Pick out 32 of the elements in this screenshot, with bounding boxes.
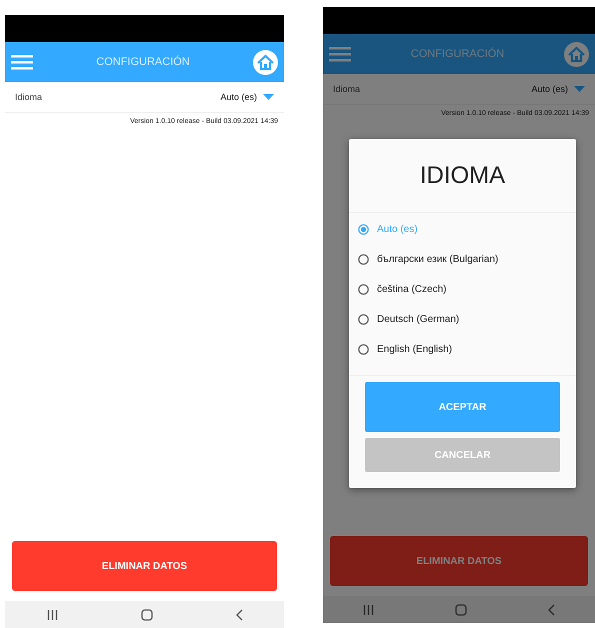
screen-title: CONFIGURACIÓN xyxy=(410,48,504,60)
language-option[interactable]: čeština (Czech) xyxy=(349,274,576,304)
dialog-title: IDIOMA xyxy=(349,139,576,213)
screen-title: CONFIGURACIÓN xyxy=(96,56,190,68)
radio-button[interactable] xyxy=(358,254,369,264)
recent-apps-icon[interactable] xyxy=(46,610,58,620)
radio-button[interactable] xyxy=(358,284,369,294)
back-icon[interactable] xyxy=(236,608,242,620)
setting-label: Idioma xyxy=(15,92,42,102)
radio-button[interactable] xyxy=(358,344,369,354)
back-icon[interactable] xyxy=(548,604,555,616)
language-option[interactable]: English (English) xyxy=(349,334,576,364)
menu-icon[interactable] xyxy=(11,54,33,70)
language-option[interactable]: Auto (es) xyxy=(349,214,576,244)
language-dropdown[interactable]: Auto (es) xyxy=(220,92,274,102)
home-nav-icon[interactable] xyxy=(140,608,152,620)
radio-button[interactable] xyxy=(358,314,369,324)
language-option[interactable]: Deutsch (German) xyxy=(349,304,576,334)
delete-data-button[interactable]: ELIMINAR DATOS xyxy=(12,541,277,591)
language-option[interactable]: български език (Bulgarian) xyxy=(349,244,576,274)
delete-data-button[interactable]: ELIMINAR DATOS xyxy=(330,536,588,586)
recent-apps-icon[interactable] xyxy=(363,604,374,614)
setting-label: Idioma xyxy=(333,84,360,94)
language-dropdown[interactable]: Auto (es) xyxy=(531,84,585,94)
dropdown-arrow-icon xyxy=(263,94,274,100)
home-icon[interactable] xyxy=(253,50,278,74)
menu-icon[interactable] xyxy=(329,46,351,62)
dropdown-arrow-icon xyxy=(574,86,585,92)
radio-button[interactable] xyxy=(358,224,369,234)
home-nav-icon[interactable] xyxy=(454,604,467,616)
accept-button[interactable]: ACEPTAR xyxy=(365,382,560,432)
home-icon[interactable] xyxy=(564,42,589,66)
